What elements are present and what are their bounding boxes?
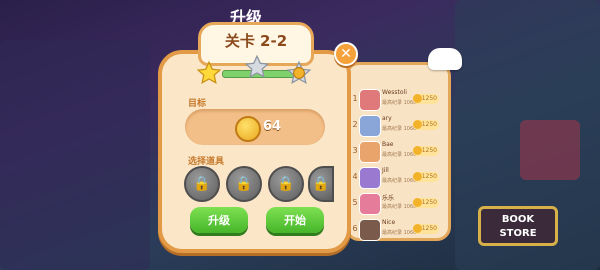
book-store-sign: BOOK STORE: [478, 206, 558, 246]
star-1-icon: [196, 60, 222, 86]
goal-value: 64: [263, 119, 282, 134]
ranking-row[interactable]: 6 Nice 最高纪录 1060-2 1250: [351, 218, 441, 241]
rank-number: 1: [352, 94, 358, 103]
tools-label: 选择道具: [188, 157, 225, 167]
coin-icon: [413, 94, 422, 103]
book-store-line1: BOOK: [501, 214, 535, 225]
player-name: Bae: [382, 141, 394, 148]
coin-icon: [413, 224, 422, 233]
locked-tool-slot-4[interactable]: 🔒: [308, 166, 334, 202]
lock-icon: 🔒: [235, 176, 253, 192]
player-avatar: [359, 141, 381, 163]
book-store-line2: STORE: [499, 228, 537, 239]
close-button[interactable]: ✕: [334, 42, 358, 66]
star-2-icon: [244, 54, 270, 80]
background-building-left: [0, 40, 150, 270]
locked-tool-slot-3[interactable]: 🔒: [268, 166, 304, 202]
player-avatar: [359, 193, 381, 215]
goal-label: 目标: [188, 99, 207, 109]
background-red-car: [520, 120, 580, 180]
player-avatar: [359, 89, 381, 111]
player-avatar: [359, 115, 381, 137]
ranking-row[interactable]: 1 Wesstoli 最高纪录 1060-2 1250: [351, 88, 441, 111]
level-title: 关卡 2-2: [224, 32, 288, 50]
player-avatar: [359, 219, 381, 241]
locked-tool-slot-2[interactable]: 🔒: [226, 166, 262, 202]
locked-tool-slot-1[interactable]: 🔒: [184, 166, 220, 202]
coin-icon: [413, 146, 422, 155]
player-name: Wesstoli: [382, 89, 407, 96]
rank-number: 2: [352, 120, 358, 129]
ranking-row[interactable]: 3 Bae 最高纪录 1060-2 1250: [351, 140, 441, 163]
start-button[interactable]: 开始: [266, 207, 324, 233]
player-avatar: [359, 167, 381, 189]
player-name: Jill: [382, 167, 389, 174]
star-3-icon: [286, 60, 312, 86]
ranking-row[interactable]: 4 Jill 最高纪录 1060-2 1250: [351, 166, 441, 189]
lock-icon: 🔒: [312, 176, 330, 192]
coin-icon: [413, 198, 422, 207]
lock-icon: 🔒: [193, 176, 211, 192]
player-name: 乐乐: [382, 195, 395, 202]
lock-icon: 🔒: [277, 176, 295, 192]
coin-icon: [413, 172, 422, 181]
upgrade-button[interactable]: 升级: [190, 207, 248, 233]
player-name: ary: [382, 115, 392, 122]
rank-number: 3: [352, 146, 358, 155]
ranking-row[interactable]: 2 ary 最高纪录 1060-2 1250: [351, 114, 441, 137]
coin-icon: [413, 120, 422, 129]
rank-number: 5: [352, 198, 358, 207]
rank-number: 6: [352, 224, 358, 233]
goal-box: 64: [185, 109, 325, 145]
rank-number: 4: [352, 172, 358, 181]
coin-icon: [235, 116, 261, 142]
close-icon: ✕: [340, 46, 352, 62]
ranking-row[interactable]: 5 乐乐 最高纪录 1060-2 1250: [351, 192, 441, 215]
chef-hat-icon: [428, 48, 462, 70]
player-name: Nice: [382, 219, 396, 226]
